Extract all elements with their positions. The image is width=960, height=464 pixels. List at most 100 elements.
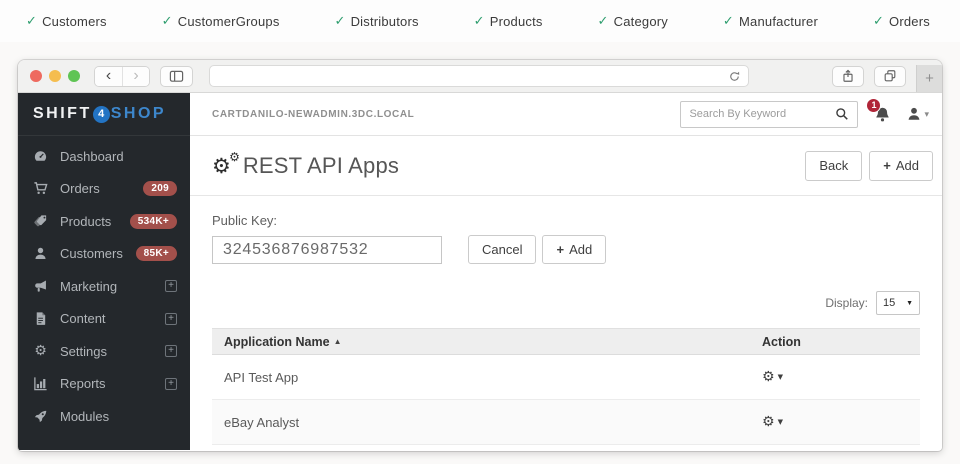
caret-down-icon: ▼ [906, 300, 913, 307]
public-key-label: Public Key: [212, 213, 920, 228]
gears-icon: ⚙ [32, 343, 49, 359]
sidebar-item-label: Orders [60, 181, 100, 196]
status-item-category: ✓ Category [598, 13, 668, 29]
sidebar-item-customers[interactable]: Customers 85K+ [18, 238, 190, 271]
status-item-distributors: ✓Distributors [334, 13, 418, 29]
search-input[interactable] [689, 108, 835, 120]
sidebar-item-label: Reports [60, 376, 106, 391]
back-button[interactable]: Back [805, 151, 862, 181]
table-row[interactable]: eBay Analyst ⚙ ▼ [212, 400, 920, 445]
close-window-button[interactable] [30, 70, 42, 82]
row-actions-menu[interactable]: ⚙ ▼ [762, 369, 920, 385]
sidebar-toggle-button[interactable] [160, 66, 193, 87]
share-button[interactable] [832, 66, 864, 87]
shift4shop-logo[interactable]: SHIFT 4 SHOP [18, 93, 190, 136]
sidebar-item-label: Customers [60, 246, 123, 261]
page-content: Public Key: Cancel +Add Display: 15 ▼ [190, 196, 942, 450]
sidebar-item-reports[interactable]: Reports + [18, 368, 190, 401]
display-label: Display: [825, 296, 868, 310]
status-label: Orders [889, 14, 930, 29]
sidebar-item-marketing[interactable]: Marketing + [18, 270, 190, 303]
cogs-icon: ⚙⚙ [212, 154, 231, 178]
rocket-icon [32, 409, 49, 424]
column-action: Action [762, 335, 920, 349]
minimize-window-button[interactable] [49, 70, 61, 82]
row-actions-menu[interactable]: ⚙ ▼ [762, 414, 920, 430]
new-tab-button[interactable]: + [916, 65, 942, 92]
sidebar-item-label: Content [60, 311, 106, 326]
page-header: ⚙⚙ REST API Apps Back +Add [190, 136, 942, 196]
check-icon: ✓ [162, 13, 173, 29]
share-icon [841, 69, 855, 83]
sidebar-item-orders[interactable]: Orders 209 [18, 173, 190, 206]
tab-overview-button[interactable] [874, 66, 906, 87]
address-bar[interactable] [209, 65, 749, 87]
page-title: REST API Apps [243, 153, 399, 179]
back-nav-button[interactable]: ‹ [95, 67, 122, 86]
sort-asc-icon: ▲ [334, 337, 342, 346]
forward-nav-button[interactable]: › [122, 67, 149, 86]
document-icon [32, 311, 49, 326]
column-application-name[interactable]: Application Name ▲ [212, 335, 762, 349]
expand-icon[interactable]: + [165, 378, 177, 390]
header-actions: 1 ▾ [680, 101, 929, 128]
plus-icon: + [883, 158, 891, 173]
cart-icon [32, 181, 49, 196]
sidebar-item-label: Marketing [60, 279, 117, 294]
check-icon: ✓ [598, 13, 609, 29]
status-item-customergroups: ✓CustomerGroups [162, 13, 280, 29]
display-select[interactable]: 15 ▼ [876, 291, 920, 315]
sidebar-item-label: Products [60, 214, 111, 229]
page-actions: Back +Add [805, 151, 933, 181]
customers-count-badge: 85K+ [136, 246, 177, 261]
status-label: Category [614, 14, 668, 29]
zoom-window-button[interactable] [68, 70, 80, 82]
expand-icon[interactable]: + [165, 280, 177, 292]
public-key-input[interactable] [212, 236, 442, 264]
check-icon: ✓ [474, 13, 485, 29]
search-icon[interactable] [835, 107, 849, 121]
expand-icon[interactable]: + [165, 345, 177, 357]
sidebar: SHIFT 4 SHOP Dashboard [18, 93, 190, 450]
gear-icon: ⚙ [762, 369, 775, 385]
nav-buttons: ‹ › [94, 66, 150, 87]
app-name: API Test App [212, 370, 762, 385]
sidebar-item-label: Settings [60, 344, 107, 359]
sidebar-nav: Dashboard Orders 209 Products [18, 136, 190, 433]
check-icon: ✓ [873, 13, 884, 29]
cancel-button[interactable]: Cancel [468, 235, 536, 264]
reload-icon[interactable] [728, 70, 741, 83]
confirm-add-button[interactable]: +Add [542, 235, 606, 264]
logo-text-shop: SHOP [111, 105, 166, 123]
tabs-icon [883, 69, 897, 83]
keyword-search[interactable] [680, 101, 858, 128]
orders-count-badge: 209 [143, 181, 177, 196]
check-icon: ✓ [334, 13, 345, 29]
sidebar-item-settings[interactable]: ⚙ Settings + [18, 335, 190, 368]
check-icon: ✓ [26, 13, 37, 29]
expand-icon[interactable]: + [165, 313, 177, 325]
gear-icon: ⚙ [762, 414, 775, 430]
sidebar-item-modules[interactable]: Modules [18, 400, 190, 433]
user-icon [32, 246, 49, 261]
display-value: 15 [883, 297, 895, 309]
url-input[interactable] [217, 70, 728, 82]
sidebar-toggle-icon [169, 69, 184, 84]
app-name: eBay Analyst [212, 415, 762, 430]
add-app-button[interactable]: +Add [869, 151, 933, 181]
sidebar-item-dashboard[interactable]: Dashboard [18, 140, 190, 173]
bar-chart-icon [32, 376, 49, 391]
tags-icon [32, 214, 49, 229]
products-count-badge: 534K+ [130, 214, 177, 229]
account-menu-button[interactable]: ▾ [906, 106, 929, 122]
notification-count-badge: 1 [866, 98, 881, 113]
sidebar-item-products[interactable]: Products 534K+ [18, 205, 190, 238]
sidebar-item-content[interactable]: Content + [18, 303, 190, 336]
browser-toolbar: ‹ › [18, 60, 942, 93]
status-label: Products [490, 14, 543, 29]
notifications-button[interactable]: 1 [874, 106, 891, 123]
sidebar-item-label: Modules [60, 409, 109, 424]
chevron-down-icon: ▾ [924, 109, 929, 120]
table-row[interactable]: API Test App ⚙ ▼ [212, 355, 920, 400]
sidebar-item-label: Dashboard [60, 149, 124, 164]
